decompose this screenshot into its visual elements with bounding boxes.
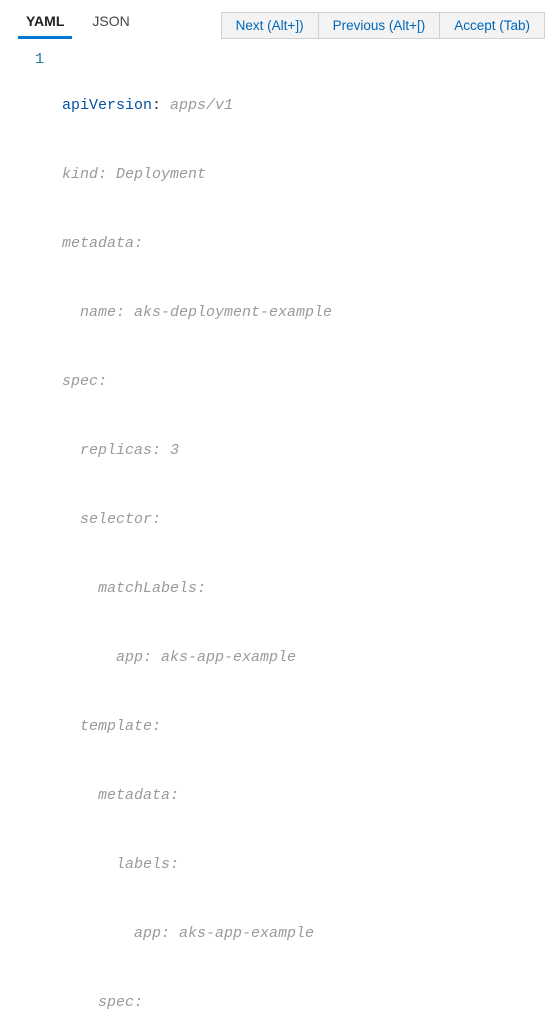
line-number: 1 [0,48,44,71]
suggestion-bar: Next (Alt+]) Previous (Alt+[) Accept (Ta… [221,12,545,39]
typed-colon: : [152,97,170,114]
ghost-line-8: matchLabels: [62,577,551,600]
code-line-1: apiVersion: apps/v1 [62,94,551,117]
code-content[interactable]: apiVersion: apps/v1 kind: Deployment met… [62,48,551,1022]
tabs-row: YAML JSON Next (Alt+]) Previous (Alt+[) … [0,0,551,40]
ghost-line-7: selector: [62,508,551,531]
ghost-value-1: apps/v1 [170,97,233,114]
ghost-line-4: name: aks-deployment-example [62,301,551,324]
typed-key: apiVersion [62,97,152,114]
ghost-line-12: labels: [62,853,551,876]
tab-json[interactable]: JSON [78,5,143,39]
suggestion-next-button[interactable]: Next (Alt+]) [222,13,319,38]
ghost-line-6: replicas: 3 [62,439,551,462]
ghost-line-11: metadata: [62,784,551,807]
tabs: YAML JSON [0,5,144,39]
ghost-line-2: kind: Deployment [62,163,551,186]
suggestion-previous-button[interactable]: Previous (Alt+[) [319,13,441,38]
code-editor[interactable]: 1 apiVersion: apps/v1 kind: Deployment m… [0,40,551,1022]
ghost-line-14: spec: [62,991,551,1014]
tab-yaml[interactable]: YAML [12,5,78,39]
ghost-line-3: metadata: [62,232,551,255]
line-number-gutter: 1 [0,48,62,1022]
ghost-line-9: app: aks-app-example [62,646,551,669]
ghost-line-5: spec: [62,370,551,393]
ghost-line-13: app: aks-app-example [62,922,551,945]
ghost-line-10: template: [62,715,551,738]
suggestion-accept-button[interactable]: Accept (Tab) [440,13,544,38]
